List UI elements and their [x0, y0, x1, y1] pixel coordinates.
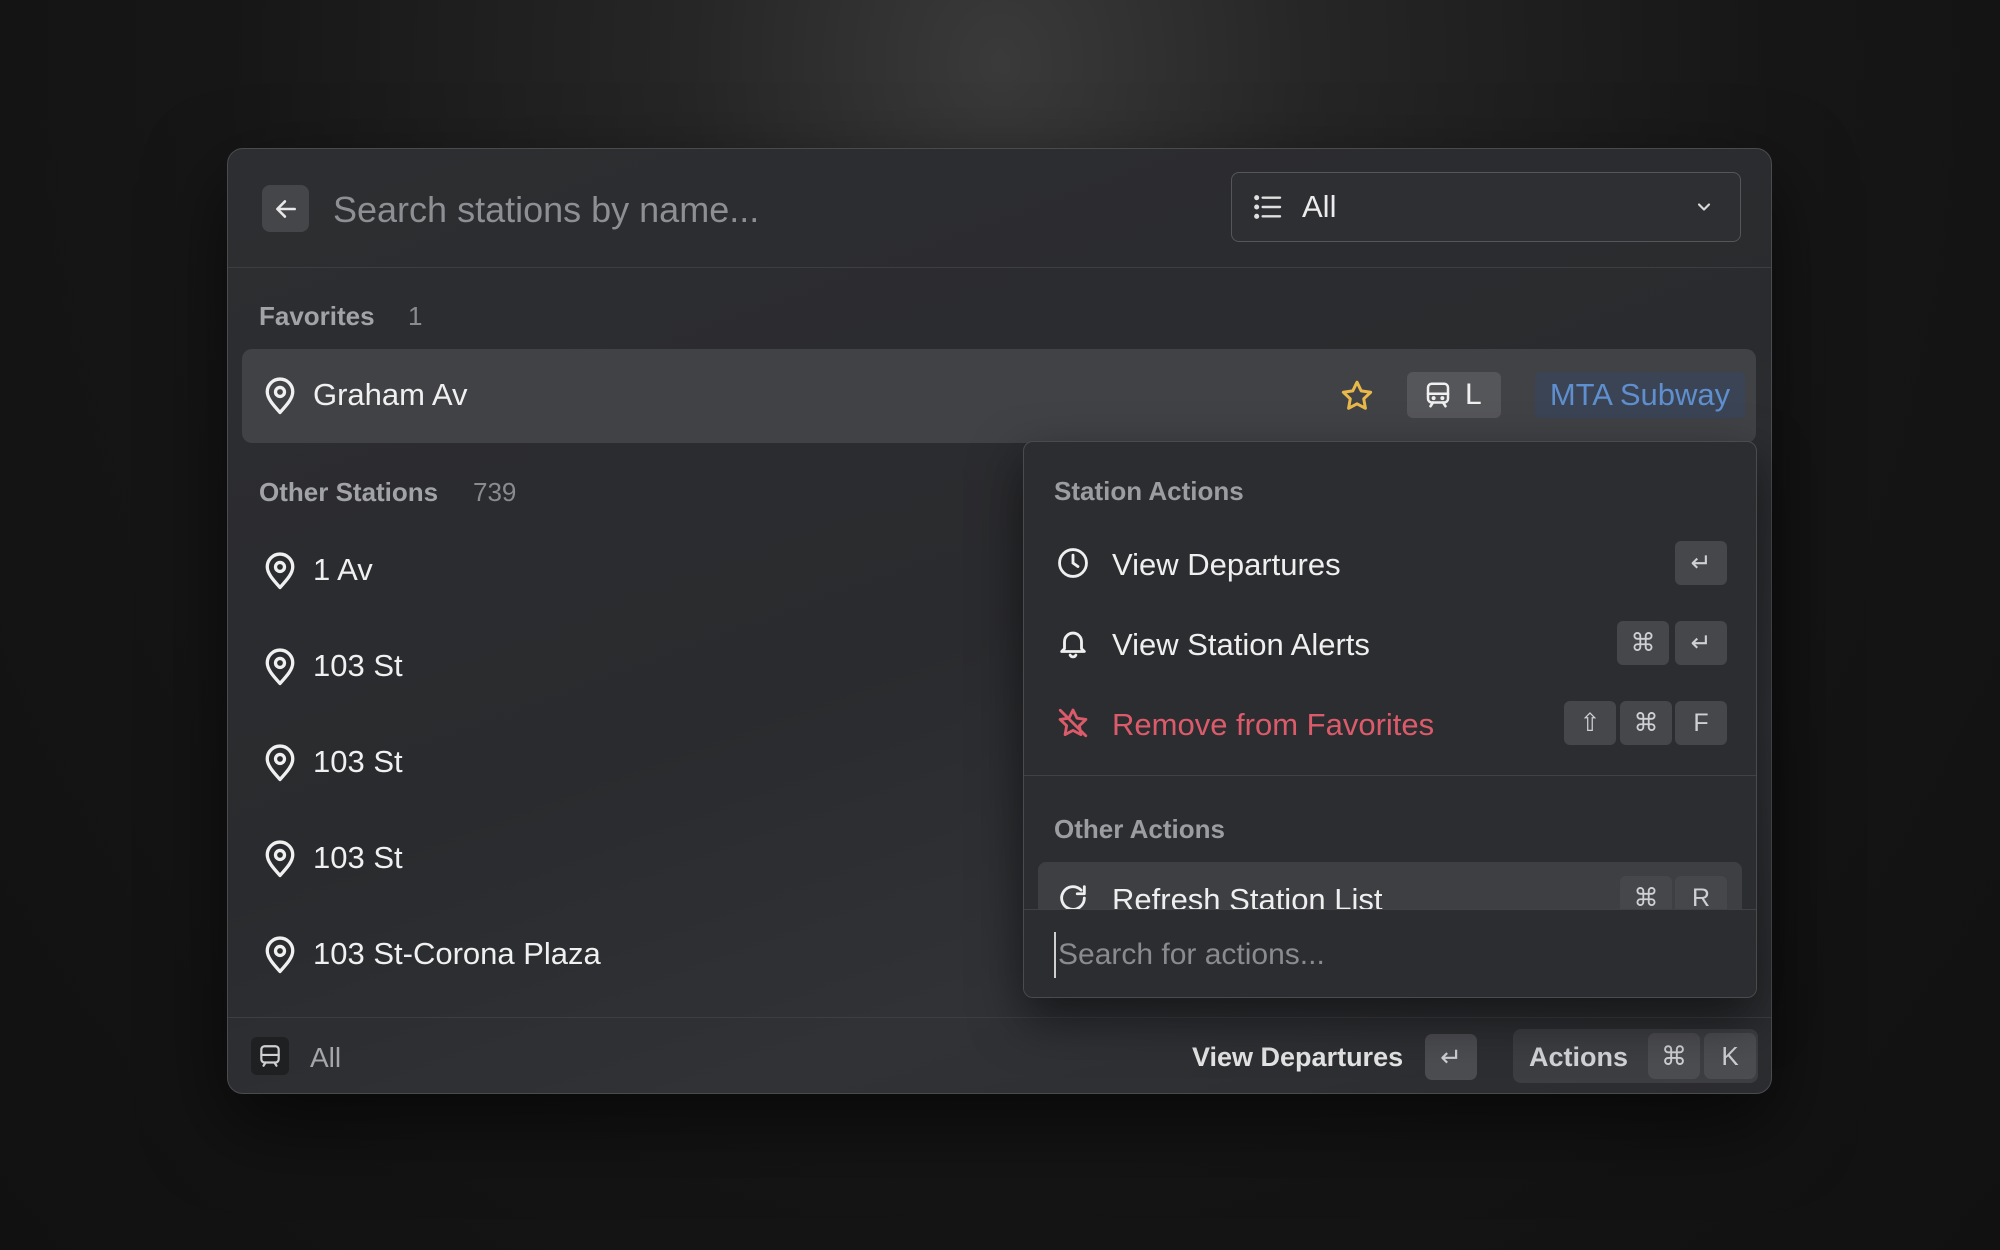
f-key-hint: F: [1675, 701, 1727, 745]
line-label: L: [1465, 378, 1482, 411]
command-key-hint: ⌘: [1648, 1033, 1700, 1079]
arrow-left-icon: [275, 199, 296, 218]
action-refresh-station-list[interactable]: Refresh Station List ⌘ R: [1038, 862, 1742, 909]
bell-icon: [1060, 631, 1086, 659]
other-stations-count: 739: [473, 477, 517, 507]
search-header: All: [228, 149, 1771, 268]
enter-key-hint: ↵: [1425, 1034, 1477, 1080]
command-key-hint: ⌘: [1620, 701, 1672, 745]
action-label: View Departures: [1112, 547, 1341, 582]
line-badge: L: [1407, 372, 1501, 418]
other-stations-section-title: Other Stations: [259, 477, 439, 507]
back-button[interactable]: [262, 185, 309, 232]
other-actions-section-title: Other Actions: [1054, 814, 1225, 844]
primary-action-button[interactable]: View Departures: [1192, 1042, 1403, 1073]
map-pin-icon: [265, 936, 295, 974]
action-remove-from-favorites[interactable]: Remove from Favorites ⇧ ⌘ F: [1038, 687, 1742, 759]
star-icon[interactable]: [1339, 378, 1375, 414]
train-icon: [260, 1045, 280, 1067]
station-row-favorite[interactable]: Graham Av L MTA Subway: [242, 349, 1756, 443]
map-pin-icon: [265, 377, 295, 415]
shift-key-hint: ⇧: [1564, 701, 1616, 745]
station-name: 103 St: [313, 744, 403, 779]
enter-key-hint: ↵: [1675, 621, 1727, 665]
transit-type-button[interactable]: [251, 1037, 289, 1075]
agency-badge: MTA Subway: [1535, 372, 1745, 418]
station-name: 103 St: [313, 840, 403, 875]
r-key-hint: R: [1675, 876, 1727, 909]
station-actions-section-title: Station Actions: [1054, 476, 1244, 506]
command-key-hint: ⌘: [1617, 621, 1669, 665]
action-view-departures[interactable]: View Departures ↵: [1038, 527, 1742, 599]
map-pin-icon: [265, 744, 295, 782]
filter-value: All: [1302, 189, 1337, 224]
map-pin-icon: [265, 648, 295, 686]
list-icon: [1254, 195, 1282, 219]
station-name: 103 St-Corona Plaza: [313, 936, 601, 971]
train-icon: [1426, 382, 1450, 408]
actions-label: Actions: [1529, 1042, 1629, 1072]
k-key-hint: K: [1704, 1033, 1756, 1079]
action-label: View Station Alerts: [1112, 627, 1370, 662]
station-name: 103 St: [313, 648, 403, 683]
actions-popover: Station Actions View Departures ↵ View S…: [1023, 441, 1757, 998]
action-label: Refresh Station List: [1112, 882, 1383, 909]
clock-icon: [1058, 548, 1088, 578]
station-name: Graham Av: [313, 377, 468, 412]
star-off-icon: [1058, 708, 1088, 738]
filter-dropdown[interactable]: All: [1231, 172, 1741, 242]
chevron-down-icon: [1697, 203, 1711, 211]
search-input[interactable]: [331, 179, 1135, 241]
map-pin-icon: [265, 840, 295, 878]
transit-type-label: All: [310, 1042, 342, 1073]
favorites-section-title: Favorites: [259, 301, 375, 331]
section-divider: [1024, 775, 1756, 776]
action-label: Remove from Favorites: [1112, 707, 1435, 742]
map-pin-icon: [265, 552, 295, 590]
enter-key-hint: ↵: [1675, 541, 1727, 585]
station-name: 1 Av: [313, 552, 373, 587]
actions-search-bar: [1024, 909, 1756, 997]
action-bar: All View Departures ↵ Actions ⌘ K: [228, 1017, 1771, 1093]
refresh-icon: [1060, 885, 1086, 909]
favorites-count: 1: [408, 301, 423, 331]
actions-search-input[interactable]: [1054, 932, 1720, 978]
actions-list: Station Actions View Departures ↵ View S…: [1024, 442, 1756, 909]
action-view-station-alerts[interactable]: View Station Alerts ⌘ ↵: [1038, 607, 1742, 679]
command-key-hint: ⌘: [1620, 876, 1672, 909]
actions-button[interactable]: Actions ⌘ K: [1513, 1029, 1758, 1083]
